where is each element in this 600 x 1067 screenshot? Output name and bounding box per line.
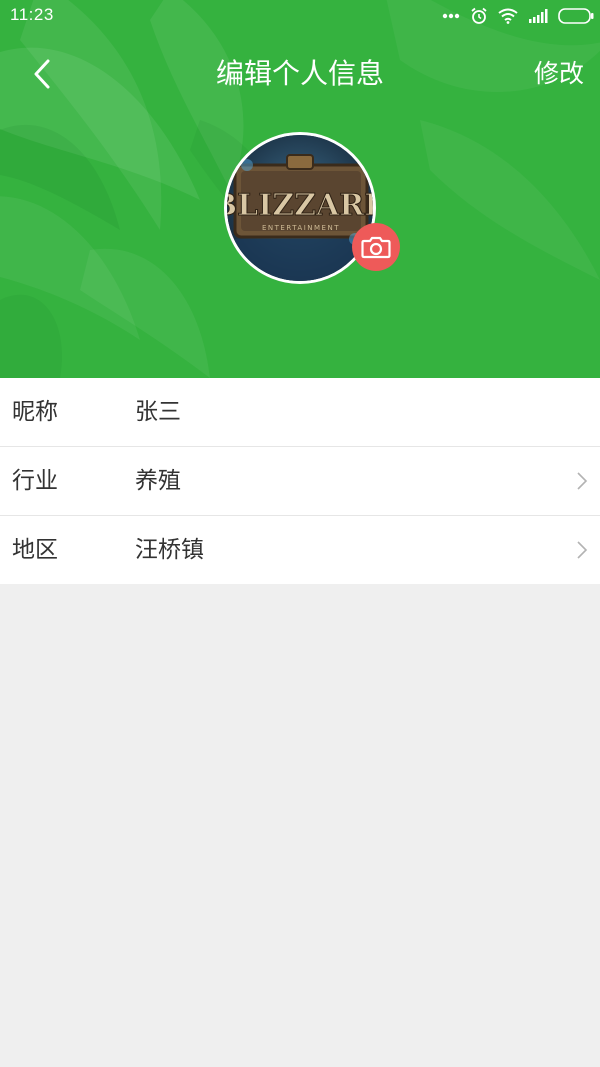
avatar[interactable]: BLIZZARD ENTERTAINMENT <box>224 132 376 284</box>
status-bar: 11:23 <box>0 0 600 34</box>
status-icons <box>442 6 594 26</box>
page-title: 编辑个人信息 <box>215 57 384 90</box>
blizzard-logo: BLIZZARD ENTERTAINMENT <box>227 135 373 281</box>
nickname-value[interactable]: 张三 <box>135 378 181 446</box>
industry-row[interactable]: 行业 养殖 <box>0 447 600 516</box>
modify-button[interactable]: 修改 <box>534 54 584 94</box>
camera-icon <box>361 236 391 259</box>
avatar-subtitle: ENTERTAINMENT <box>262 224 340 232</box>
screen: 11:23 编辑个人信息 修改 LIZZAR ENTERTAINMENT 昵称 … <box>0 0 600 1067</box>
industry-label: 行业 <box>12 468 58 494</box>
avatar-wordmark: BLIZZARD <box>227 188 373 223</box>
change-avatar-camera-button[interactable] <box>352 223 400 271</box>
wifi-icon <box>498 8 518 24</box>
chevron-right-icon <box>577 541 588 559</box>
status-time: 11:23 <box>10 5 54 24</box>
profile-info-list: 昵称 张三 行业 养殖 地区 汪桥镇 <box>0 378 600 584</box>
region-label: 地区 <box>12 537 58 563</box>
more-dots-icon <box>442 13 460 19</box>
region-value: 汪桥镇 <box>135 537 204 563</box>
back-button[interactable] <box>22 54 62 94</box>
industry-value: 养殖 <box>135 468 181 494</box>
profile-header: 11:23 编辑个人信息 修改 LIZZAR ENTERTAINMENT <box>0 0 600 378</box>
region-row[interactable]: 地区 汪桥镇 <box>0 516 600 584</box>
signal-icon <box>529 9 548 23</box>
alarm-clock-icon <box>471 7 487 24</box>
chevron-left-icon <box>34 59 50 89</box>
chevron-right-icon <box>577 472 588 490</box>
nickname-row[interactable]: 昵称 张三 <box>0 378 600 447</box>
nav-bar: 编辑个人信息 修改 <box>0 40 600 106</box>
battery-icon <box>558 8 594 24</box>
nickname-label: 昵称 <box>12 399 58 425</box>
